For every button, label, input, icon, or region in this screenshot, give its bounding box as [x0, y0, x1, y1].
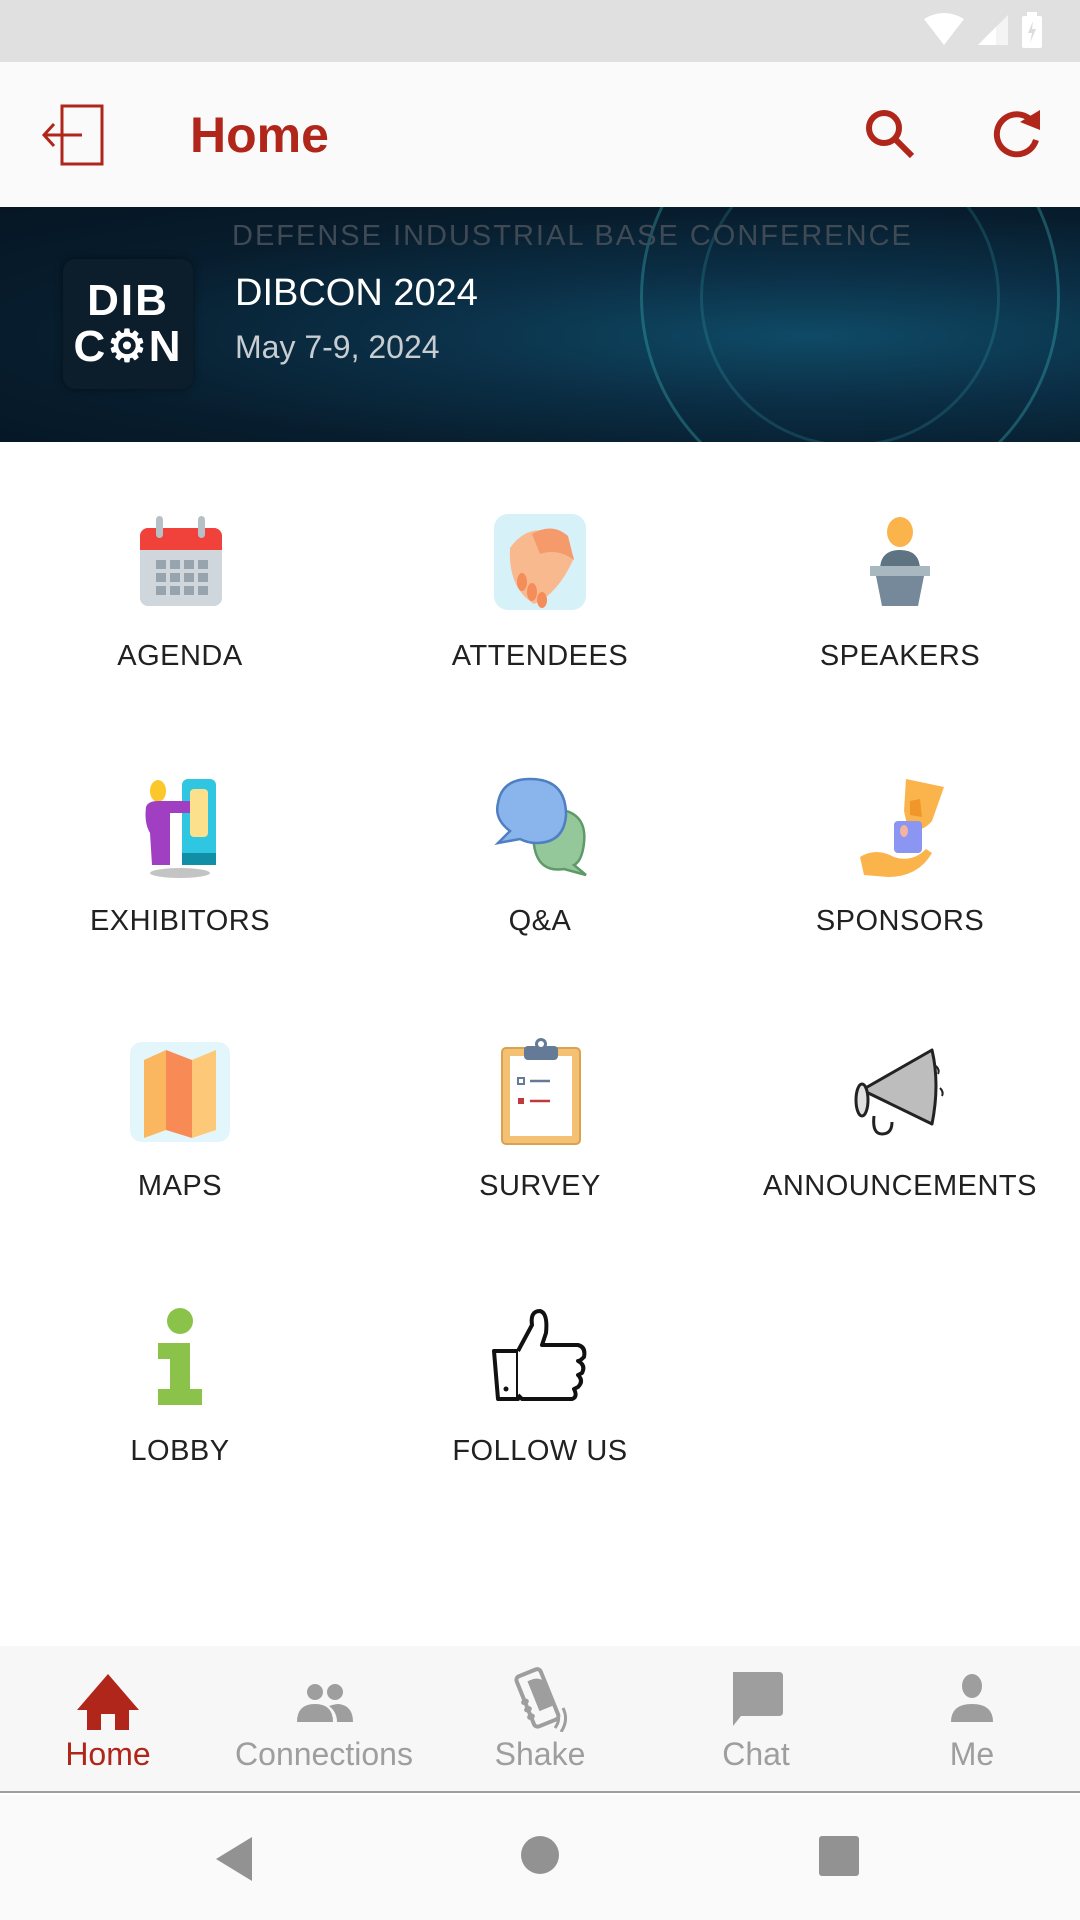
- tile-label: SURVEY: [479, 1170, 601, 1202]
- tile-speakers[interactable]: SPEAKERS: [720, 442, 1080, 707]
- nav-connections[interactable]: Connections: [216, 1646, 432, 1791]
- recents-icon[interactable]: [818, 1835, 860, 1877]
- page-title: Home: [190, 107, 329, 163]
- megaphone-icon: [854, 1048, 944, 1136]
- tile-label: MAPS: [137, 1170, 223, 1202]
- tile-agenda[interactable]: AGENDA: [0, 442, 360, 707]
- tile-maps[interactable]: MAPS: [0, 972, 360, 1237]
- map-icon: [130, 1042, 230, 1142]
- tile-survey[interactable]: SURVEY: [360, 972, 720, 1237]
- person-icon: [951, 1674, 993, 1722]
- tile-attendees[interactable]: ATTENDEES: [360, 442, 720, 707]
- nav-me[interactable]: Me: [864, 1646, 1080, 1791]
- tile-qa[interactable]: Q&A: [360, 707, 720, 972]
- wifi-icon: [924, 13, 964, 45]
- calendar-icon: [140, 516, 222, 606]
- home-circle-icon[interactable]: [520, 1835, 560, 1875]
- tile-label: Q&A: [508, 905, 572, 937]
- tile-lobby[interactable]: LOBBY: [0, 1237, 360, 1502]
- nav-label: Me: [949, 1736, 995, 1772]
- nav-label: Connections: [235, 1736, 413, 1772]
- cell-signal-icon: [978, 15, 1008, 45]
- chat-icon: [733, 1672, 783, 1726]
- tile-sponsors[interactable]: SPONSORS: [720, 707, 1080, 972]
- home-icon: [77, 1674, 139, 1730]
- battery-charging-icon: [1022, 12, 1042, 48]
- back-icon[interactable]: [212, 1835, 256, 1883]
- exhibitor-booth-icon: [145, 779, 216, 878]
- nav-label: Shake: [494, 1736, 586, 1772]
- event-date: May 7-9, 2024: [235, 329, 440, 365]
- shake-phone-icon: [514, 1667, 568, 1732]
- tile-label: FOLLOW US: [452, 1435, 628, 1467]
- logo-line2: C⚙N: [73, 322, 183, 371]
- tile-label: SPONSORS: [815, 905, 985, 937]
- nav-home[interactable]: Home: [0, 1646, 216, 1791]
- status-icons: [922, 12, 1044, 48]
- speaker-podium-icon: [870, 517, 930, 606]
- bottom-nav: Home Connections Shake Chat Me: [0, 1646, 1080, 1793]
- banner-tagline: DEFENSE INDUSTRIAL BASE CONFERENCE: [232, 220, 913, 252]
- tile-label: ATTENDEES: [451, 640, 629, 672]
- refresh-button[interactable]: [990, 106, 1046, 162]
- people-icon: [297, 1684, 353, 1722]
- logout-icon: [41, 104, 104, 166]
- tile-exhibitors[interactable]: EXHIBITORS: [0, 707, 360, 972]
- tile-follow-us[interactable]: FOLLOW US: [360, 1237, 720, 1502]
- nav-chat[interactable]: Chat: [648, 1646, 864, 1791]
- nav-label: Home: [65, 1736, 151, 1772]
- tile-label: ANNOUNCEMENTS: [763, 1170, 1037, 1202]
- sponsor-hand-icon: [860, 779, 944, 877]
- nav-shake[interactable]: Shake: [432, 1646, 648, 1791]
- tile-label: AGENDA: [117, 640, 243, 672]
- logout-button[interactable]: [40, 104, 106, 168]
- tile-announcements[interactable]: ANNOUNCEMENTS: [720, 972, 1080, 1237]
- event-name: DIBCON 2024: [235, 272, 478, 314]
- search-icon: [866, 110, 915, 159]
- event-banner: DEFENSE INDUSTRIAL BASE CONFERENCE DIB C…: [0, 207, 1080, 442]
- event-logo: DIB C⚙N: [63, 259, 193, 389]
- system-nav-bar: [0, 1795, 1080, 1920]
- thumbs-up-icon: [492, 1309, 587, 1401]
- nav-label: Chat: [722, 1736, 790, 1772]
- tile-label: EXHIBITORS: [89, 905, 271, 937]
- handshake-icon: [494, 514, 586, 610]
- tile-label: SPEAKERS: [819, 640, 981, 672]
- app-bar: Home: [0, 62, 1080, 207]
- status-bar: [0, 0, 1080, 62]
- logo-line1: DIB: [87, 276, 169, 325]
- tile-label: LOBBY: [130, 1435, 230, 1467]
- info-icon: [158, 1308, 202, 1405]
- search-button[interactable]: [862, 106, 918, 162]
- refresh-icon: [993, 110, 1040, 158]
- clipboard-icon: [501, 1038, 581, 1145]
- chat-bubbles-icon: [494, 777, 587, 877]
